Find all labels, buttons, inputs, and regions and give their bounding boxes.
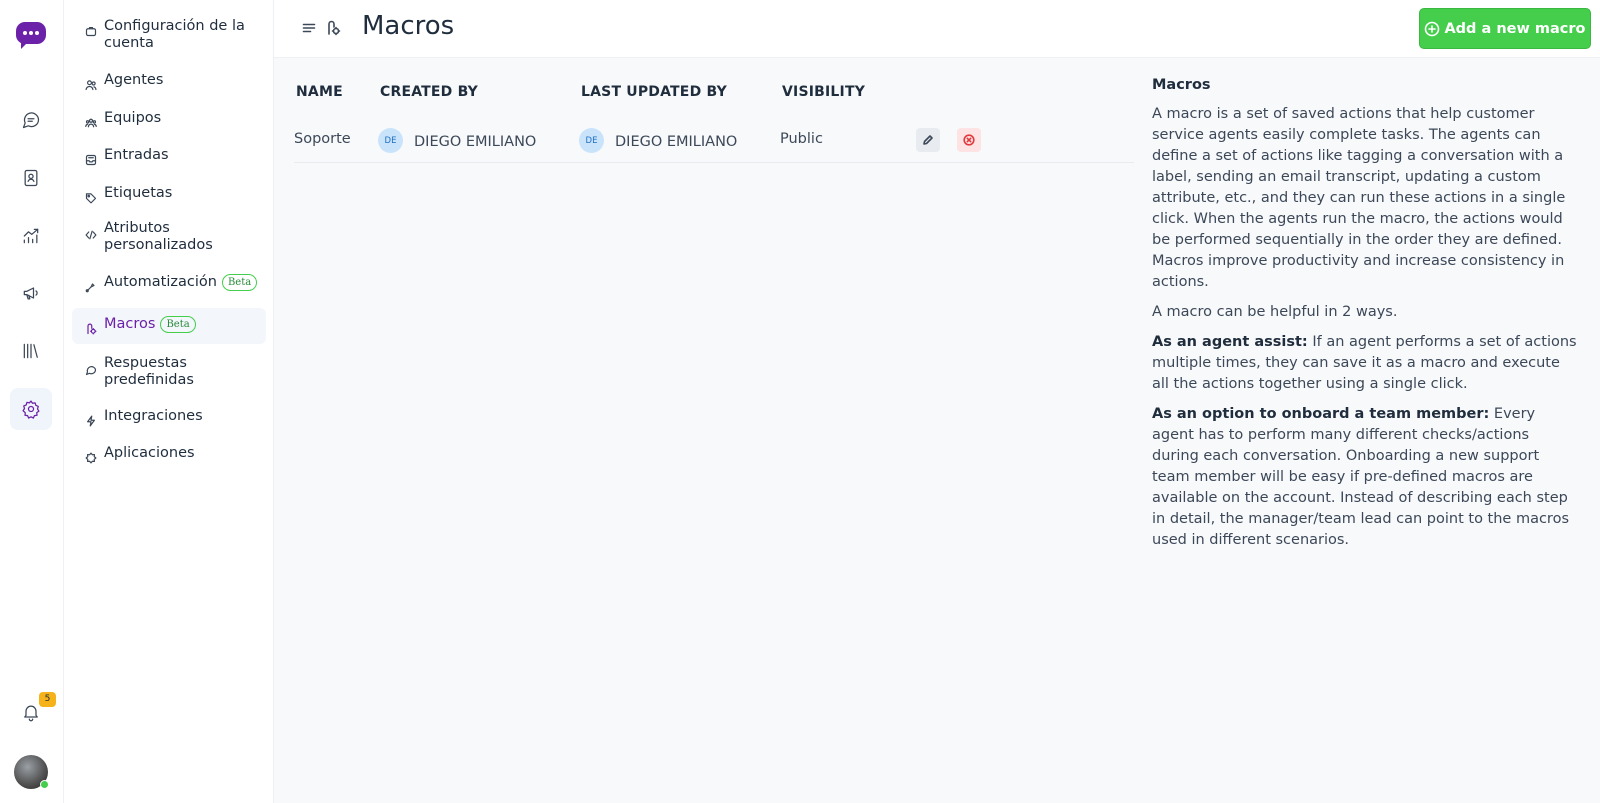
macro-icon	[85, 320, 97, 335]
flash-icon	[85, 412, 97, 427]
contacts-icon[interactable]	[10, 157, 52, 199]
macro-name: Soporte	[294, 131, 351, 147]
info-paragraph: As an option to onboard a team member: E…	[1152, 404, 1580, 551]
sidebar-item-label: Atributos personalizados	[104, 220, 213, 253]
app-logo[interactable]	[16, 22, 46, 49]
sidebar-item-label: Integraciones	[104, 408, 203, 424]
campaigns-icon[interactable]	[10, 272, 52, 314]
sidebar-item-agents[interactable]: Agentes	[72, 72, 266, 91]
info-text: Every agent has to perform many differen…	[1152, 406, 1570, 548]
macros-info-panel: Macros A macro is a set of saved actions…	[1152, 75, 1580, 560]
conversations-icon[interactable]	[10, 99, 52, 141]
add-new-macro-label: Add a new macro	[1444, 20, 1586, 37]
created-by-cell: DE DIEGO EMILIANO	[378, 128, 537, 153]
notification-count-badge: 5	[39, 692, 56, 707]
menu-toggle-icon[interactable]	[301, 20, 317, 36]
created-by-name: DIEGO EMILIANO	[414, 134, 537, 150]
delete-macro-button[interactable]	[957, 128, 981, 152]
sidebar-item-label: Aplicaciones	[104, 445, 195, 461]
info-bold-lead: As an option to onboard a team member:	[1152, 406, 1490, 422]
column-header-visibility: VISIBILITY	[782, 84, 866, 100]
avatar: DE	[378, 128, 403, 153]
info-paragraph: As an agent assist: If an agent performs…	[1152, 332, 1580, 395]
sidebar-item-label: Automatización Beta	[104, 274, 258, 291]
beta-badge: Beta	[160, 316, 196, 333]
current-user-avatar[interactable]	[14, 755, 49, 789]
online-status-dot	[40, 780, 49, 789]
pencil-icon	[923, 135, 933, 145]
column-header-created-by: CREATED BY	[380, 84, 479, 100]
code-icon	[85, 226, 97, 240]
sidebar-item-label: Etiquetas	[104, 185, 173, 201]
sidebar-item-canned-responses[interactable]: Respuestas predefinidas	[72, 355, 266, 389]
apps-icon	[85, 449, 97, 464]
sidebar-item-teams[interactable]: Equipos	[72, 110, 266, 128]
sidebar-item-label: Macros Beta	[104, 316, 196, 333]
sidebar-item-label: Entradas	[104, 147, 169, 163]
sidebar-item-labels[interactable]: Etiquetas	[72, 185, 266, 204]
sidebar-item-integrations[interactable]: Integraciones	[72, 408, 266, 427]
reports-icon[interactable]	[10, 215, 52, 257]
inbox-icon	[85, 151, 97, 166]
sidebar-item-macros[interactable]: Macros Beta	[72, 308, 266, 344]
sidebar-item-automation[interactable]: Automatización Beta	[72, 274, 266, 293]
sidebar-item-label: Equipos	[104, 110, 162, 126]
page-title: Macros	[362, 11, 455, 41]
library-icon[interactable]	[10, 330, 52, 372]
sidebar-item-label: Respuestas predefinidas	[104, 355, 194, 388]
automation-icon	[85, 278, 97, 293]
visibility-value: Public	[780, 131, 823, 147]
tag-icon	[85, 189, 97, 204]
sidebar-item-account-settings[interactable]: Configuración de la cuenta	[72, 18, 266, 52]
briefcase-icon	[85, 22, 97, 37]
table-row: Soporte DE DIEGO EMILIANO DE DIEGO EMILI…	[294, 120, 1134, 163]
info-title: Macros	[1152, 77, 1211, 93]
primary-nav-rail: 5	[0, 0, 64, 803]
edit-macro-button[interactable]	[916, 128, 940, 152]
sidebar-item-custom-attributes[interactable]: Atributos personalizados	[72, 220, 266, 254]
chat-icon	[85, 361, 97, 376]
add-circle-icon	[1425, 21, 1440, 36]
info-bold-lead: As an agent assist:	[1152, 334, 1308, 350]
settings-icon[interactable]	[10, 388, 52, 430]
info-paragraph: A macro can be helpful in 2 ways.	[1152, 304, 1398, 320]
sidebar-item-inboxes[interactable]: Entradas	[72, 147, 266, 166]
beta-badge: Beta	[221, 274, 258, 291]
main-content: NAME CREATED BY LAST UPDATED BY VISIBILI…	[274, 58, 1600, 803]
page-header: Macros Add a new macro	[274, 0, 1600, 58]
add-new-macro-button[interactable]: Add a new macro	[1419, 8, 1591, 49]
close-circle-icon	[963, 134, 975, 146]
team-icon	[85, 114, 97, 128]
sidebar-item-applications[interactable]: Aplicaciones	[72, 445, 266, 464]
sidebar-item-label: Agentes	[104, 72, 164, 88]
settings-sidebar: Configuración de la cuenta Agentes Equip…	[64, 0, 274, 803]
macro-icon	[325, 20, 341, 36]
updated-by-name: DIEGO EMILIANO	[615, 134, 738, 150]
column-header-name: NAME	[296, 84, 343, 100]
avatar: DE	[579, 128, 604, 153]
column-header-last-updated-by: LAST UPDATED BY	[581, 84, 727, 100]
people-icon	[85, 76, 97, 91]
sidebar-item-label: Configuración de la cuenta	[104, 18, 245, 51]
info-paragraph: A macro is a set of saved actions that h…	[1152, 106, 1566, 290]
updated-by-cell: DE DIEGO EMILIANO	[579, 128, 738, 153]
